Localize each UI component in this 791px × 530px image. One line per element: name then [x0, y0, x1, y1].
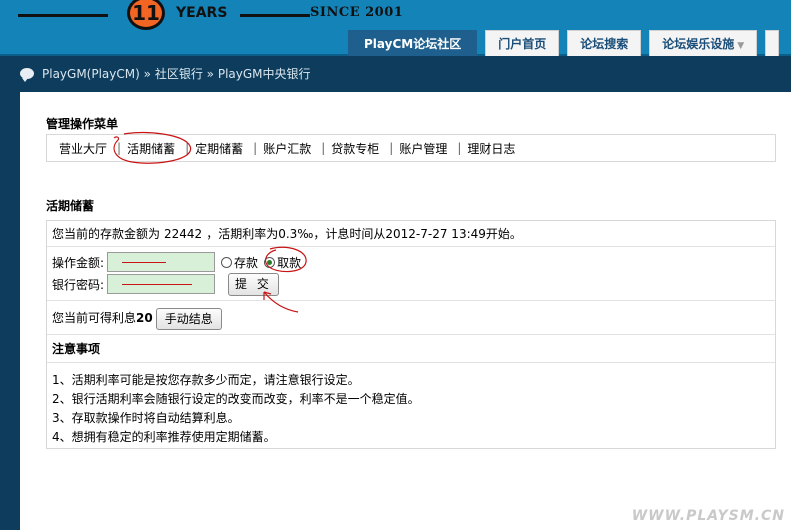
balance-value: 22442: [164, 227, 203, 241]
nav-tab-entertainment-label: 论坛娱乐设施: [662, 37, 735, 51]
interest-row: 您当前可得利息20 手动结息: [47, 301, 775, 335]
balance-suffix: ，活期利率为0.3‰，计息时间从2012-7-27 13:49开始。: [206, 227, 522, 241]
amount-label: 操作金额:: [52, 255, 105, 270]
password-label: 银行密码:: [52, 277, 105, 292]
notice-item: 2、银行活期利率会随银行设定的改变而改变，利率不是一个稳定值。: [52, 392, 420, 406]
menu-item-remittance[interactable]: 账户汇款: [257, 140, 317, 157]
chat-bubble-icon: [20, 68, 34, 82]
menu-item-account-management[interactable]: 账户管理: [393, 140, 453, 157]
redacted-mark: [122, 284, 193, 285]
site-watermark: WWW.PLAYSM.CN: [631, 508, 785, 524]
bank-password-input[interactable]: [107, 274, 216, 294]
notice-item: 4、想拥有稳定的利率推荐使用定期储蓄。: [52, 430, 276, 444]
balance-row: 您当前的存款金额为 22442 ，活期利率为0.3‰，计息时间从2012-7-27 …: [47, 221, 775, 247]
menu-item-current-deposit[interactable]: 活期储蓄: [121, 140, 181, 157]
menu-separator: |: [389, 141, 394, 155]
logo-anniversary-badge: 11: [127, 0, 165, 30]
site-header: 11 YEARS SINCE 2001 PlayCM论坛社区 门户首页 论坛搜索…: [0, 0, 791, 56]
nav-tab-forum-search[interactable]: 论坛搜索: [567, 30, 642, 56]
notice-title: 注意事项: [47, 335, 775, 363]
breadcrumb-item-central-bank: PlayGM中央银行: [217, 67, 311, 81]
logo-line-left: [18, 14, 108, 17]
menu-separator: |: [457, 141, 462, 155]
breadcrumb-separator: »: [143, 67, 151, 81]
breadcrumb-item-home[interactable]: PlayGM(PlayCM): [42, 67, 140, 81]
breadcrumb-separator: »: [206, 67, 214, 81]
notice-item: 3、存取款操作时将自动结算利息。: [52, 411, 240, 425]
radio-withdraw[interactable]: [264, 256, 276, 268]
chevron-down-icon: ▼: [737, 41, 745, 51]
main-content: 管理操作菜单 营业大厅 | 活期储蓄 | 定期储蓄 | 账户汇款 | 贷款专柜 …: [20, 92, 791, 530]
amount-line: 操作金额: 存款 取款: [52, 251, 301, 273]
logo-since-text: SINCE 2001: [310, 5, 404, 20]
interest-value: 20: [136, 311, 153, 325]
redacted-mark: [122, 262, 167, 263]
settle-interest-button[interactable]: 手动结息: [155, 307, 222, 330]
interest-label: 您当前可得利息: [52, 311, 137, 325]
menu-item-finance-log[interactable]: 理财日志: [461, 140, 521, 157]
current-deposit-panel: 您当前的存款金额为 22442 ，活期利率为0.3‰，计息时间从2012-7-27 …: [46, 220, 776, 449]
logo-years-text: YEARS: [176, 5, 228, 21]
menu-item-fixed-deposit[interactable]: 定期储蓄: [189, 140, 249, 157]
amount-input[interactable]: [107, 252, 216, 272]
radio-deposit[interactable]: [221, 256, 233, 268]
menu-item-lobby[interactable]: 营业大厅: [53, 140, 113, 157]
breadcrumb: PlayGM(PlayCM) » 社区银行 » PlayGM中央银行: [20, 62, 311, 86]
radio-deposit-label: 存款: [234, 255, 259, 270]
balance-prefix: 您当前的存款金额为: [52, 227, 161, 241]
nav-tab-entertainment[interactable]: 论坛娱乐设施 ▼: [649, 30, 758, 56]
logo-line-right: [240, 14, 310, 17]
menu-separator: |: [253, 141, 258, 155]
password-line: 银行密码:: [52, 273, 216, 295]
operation-menu: 营业大厅 | 活期储蓄 | 定期储蓄 | 账户汇款 | 贷款专柜 | 账户管理 …: [46, 134, 776, 162]
menu-separator: |: [117, 141, 122, 155]
menu-title: 管理操作菜单: [46, 117, 119, 131]
menu-item-loans[interactable]: 贷款专柜: [325, 140, 385, 157]
nav-tab-portal-home[interactable]: 门户首页: [485, 30, 560, 56]
current-deposit-title: 活期储蓄: [46, 199, 95, 213]
notice-list: 1、活期利率可能是按您存款多少而定，请注意银行设定。 2、银行活期利率会随银行设…: [47, 363, 775, 449]
main-nav: PlayCM论坛社区 门户首页 论坛搜索 论坛娱乐设施 ▼: [348, 30, 780, 56]
radio-withdraw-label: 取款: [277, 255, 302, 270]
menu-separator: |: [321, 141, 326, 155]
submit-button[interactable]: 提 交: [228, 273, 279, 296]
menu-separator: |: [185, 141, 190, 155]
nav-tab-forum[interactable]: PlayCM论坛社区: [348, 30, 478, 56]
notice-item: 1、活期利率可能是按您存款多少而定，请注意银行设定。: [52, 373, 360, 387]
nav-tab-more[interactable]: [765, 30, 780, 56]
operation-form-row: 操作金额: 存款 取款 银行密码: 提 交: [47, 247, 775, 301]
breadcrumb-item-bank[interactable]: 社区银行: [155, 67, 203, 81]
